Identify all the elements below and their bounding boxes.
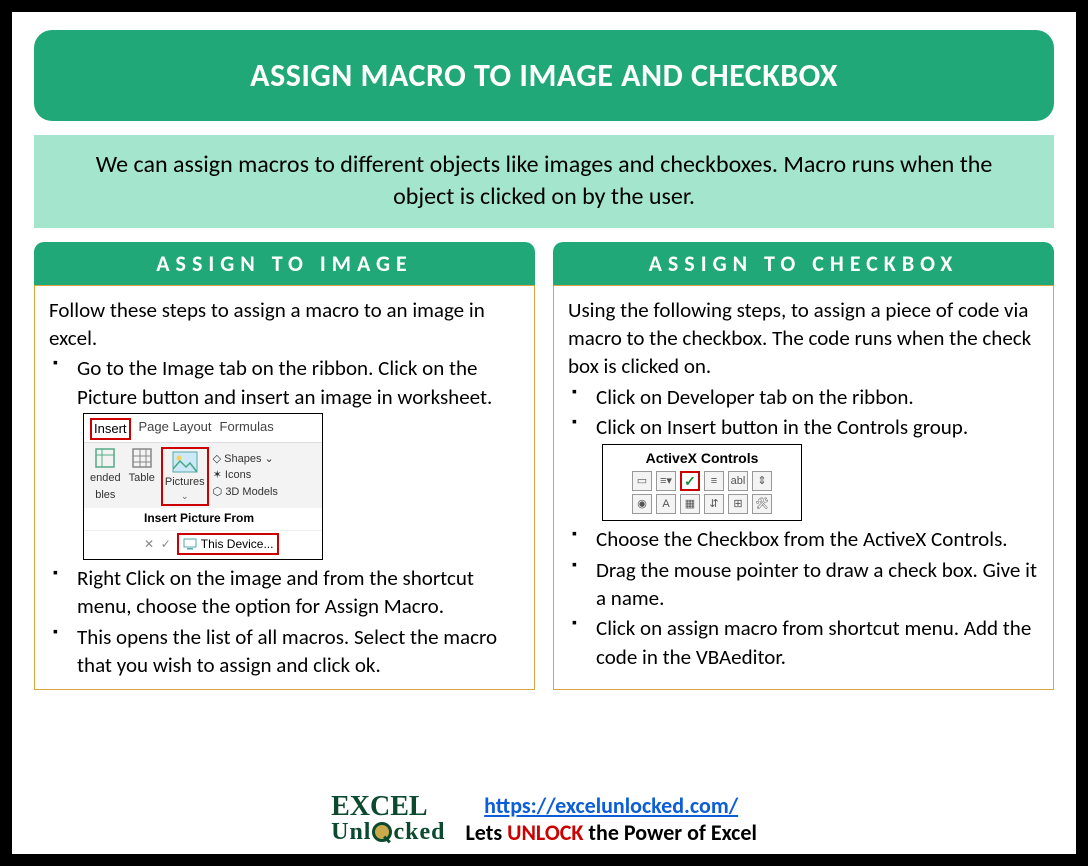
- excel-ribbon-screenshot: Insert Page Layout Formulas ended bles: [83, 413, 323, 560]
- side-options: ◇ Shapes ⌄ ✶ Icons ⬡ 3D Models: [213, 447, 278, 501]
- page-title: ASSIGN MACRO TO IMAGE AND CHECKBOX: [34, 30, 1054, 121]
- col-image: ASSIGN TO IMAGE Follow these steps to as…: [34, 242, 535, 691]
- image-step-2: Right Click on the image and from the sh…: [71, 564, 520, 621]
- checkbox-icon: ✓: [680, 471, 700, 491]
- checkbox-step-2-text: Click on Insert button in the Controls g…: [596, 414, 968, 440]
- ribbon-row: ended bles Table Pictures: [84, 443, 322, 508]
- tagline: Lets UNLOCK the Power of Excel: [465, 819, 756, 846]
- device-icon: [183, 538, 197, 550]
- table-icon: [131, 447, 153, 469]
- ribbon-tabs: Insert Page Layout Formulas: [84, 414, 322, 443]
- image-step-1: Go to the Image tab on the ribbon. Click…: [71, 354, 520, 562]
- tagline-unlock: UNLOCK: [507, 819, 583, 846]
- pictures-icon: [172, 451, 198, 473]
- col-image-body: Follow these steps to assign a macro to …: [34, 285, 535, 691]
- logo-line2: Unlcked: [331, 819, 445, 842]
- label-table: Table: [129, 471, 155, 486]
- grp-pictures: Pictures ⌄: [161, 447, 209, 506]
- page: ASSIGN MACRO TO IMAGE AND CHECKBOX We ca…: [12, 12, 1076, 854]
- col-image-lead: Follow these steps to assign a macro to …: [49, 296, 520, 353]
- col-checkbox-body: Using the following steps, to assign a p…: [553, 285, 1054, 691]
- intro-text: We can assign macros to different object…: [34, 135, 1054, 228]
- logo: EXCEL Unlcked: [331, 795, 445, 842]
- image-step-1-text: Go to the Image tab on the ribbon. Click…: [77, 355, 492, 409]
- grp-table: Table: [127, 447, 157, 486]
- tab-pagelayout: Page Layout: [139, 418, 212, 440]
- magnifier-icon: [372, 822, 392, 842]
- activex-screenshot: ActiveX Controls ▭ ≡▾ ✓ ≡ abl ⇕ ◉: [602, 444, 802, 522]
- spin-icon: ⇵: [704, 494, 724, 514]
- option-icon: ◉: [632, 494, 652, 514]
- checkbox-step-3: Choose the Checkbox from the ActiveX Con…: [590, 525, 1039, 553]
- label-pictures: Pictures: [165, 475, 205, 490]
- textbox-icon: abl: [728, 471, 748, 491]
- tab-formulas: Formulas: [220, 418, 274, 440]
- image-step-3: This opens the list of all macros. Selec…: [71, 623, 520, 680]
- checkbox-step-4: Drag the mouse pointer to draw a check b…: [590, 556, 1039, 613]
- cmdbutton-icon: ▭: [632, 471, 652, 491]
- col-checkbox-header: ASSIGN TO CHECKBOX: [553, 242, 1054, 285]
- opt-3d: ⬡ 3D Models: [213, 484, 278, 501]
- opt-shapes: ◇ Shapes ⌄: [213, 451, 278, 468]
- listbox-icon: ≡: [704, 471, 724, 491]
- more-icon: 🛠: [752, 494, 772, 514]
- insert-from-label: Insert Picture From: [84, 508, 322, 530]
- columns: ASSIGN TO IMAGE Follow these steps to as…: [34, 242, 1054, 691]
- checkbox-step-5: Click on assign macro from shortcut menu…: [590, 614, 1039, 671]
- scrollbar-icon: ⇕: [752, 471, 772, 491]
- activex-title: ActiveX Controls: [609, 449, 795, 468]
- tab-insert: Insert: [90, 418, 131, 440]
- image-icon: ▦: [680, 494, 700, 514]
- label-icon: A: [656, 494, 676, 514]
- checkbox-step-1: Click on Developer tab on the ribbon.: [590, 383, 1039, 411]
- col-checkbox: ASSIGN TO CHECKBOX Using the following s…: [553, 242, 1054, 691]
- activex-icons-row2: ◉ A ▦ ⇵ ⊞ 🛠: [609, 494, 795, 514]
- this-device-option: This Device...: [177, 533, 280, 555]
- site-url[interactable]: https://excelunlocked.com/: [484, 792, 738, 819]
- col-image-header: ASSIGN TO IMAGE: [34, 242, 535, 285]
- label-bles: bles: [95, 488, 115, 503]
- toggle-icon: ⊞: [728, 494, 748, 514]
- grp-pivot: ended bles: [88, 447, 123, 503]
- logo-line1: EXCEL: [331, 795, 445, 819]
- pivot-icon: [94, 447, 116, 469]
- combo-icon: ≡▾: [656, 471, 676, 491]
- opt-icons: ✶ Icons: [213, 467, 278, 484]
- checkbox-step-2: Click on Insert button in the Controls g…: [590, 413, 1039, 523]
- footer: EXCEL Unlcked https://excelunlocked.com/…: [12, 792, 1076, 846]
- activex-icons-row1: ▭ ≡▾ ✓ ≡ abl ⇕: [609, 471, 795, 491]
- col-checkbox-lead: Using the following steps, to assign a p…: [568, 296, 1039, 381]
- label-ended: ended: [90, 471, 121, 486]
- footer-text: https://excelunlocked.com/ Lets UNLOCK t…: [465, 792, 756, 846]
